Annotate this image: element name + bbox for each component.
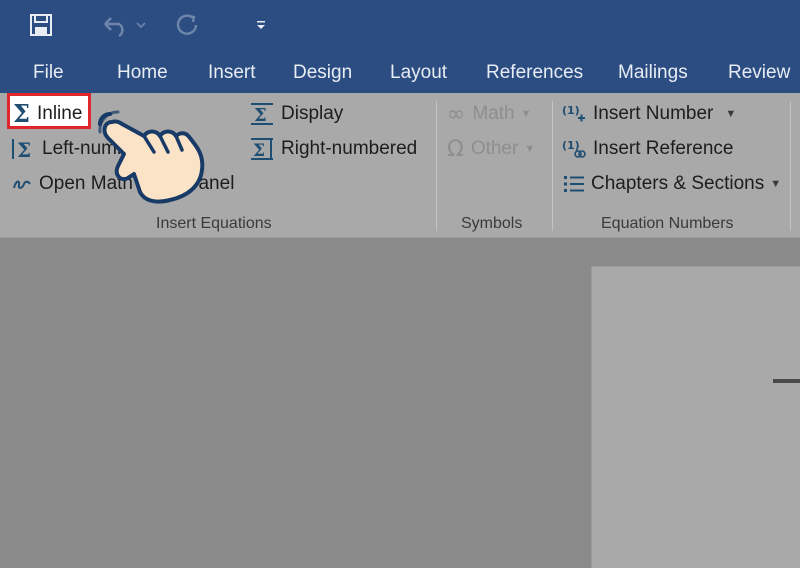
tab-review[interactable]: Review [728, 62, 790, 84]
save-button[interactable] [26, 10, 56, 40]
tab-layout[interactable]: Layout [390, 62, 447, 84]
undo-icon [104, 17, 146, 38]
sigma-inline-icon: Σ [13, 99, 30, 128]
redo-icon [176, 14, 198, 35]
svg-text:(1): (1) [562, 139, 580, 152]
insert-number-button[interactable]: (1) Insert Number ▼ [562, 100, 736, 128]
insert-reference-button[interactable]: (1) Insert Reference [562, 135, 733, 163]
tab-file[interactable]: File [33, 62, 64, 84]
chevron-down-icon: ▼ [520, 108, 532, 120]
chevron-down-icon: ▼ [725, 108, 737, 120]
sigma-display-icon: Σ [250, 102, 274, 126]
insert-equations-group-label: Insert Equations [156, 215, 272, 232]
right-numbered-button[interactable]: Σ Right-numbered [250, 135, 417, 163]
omega-icon: Ω [447, 136, 464, 162]
undo-button[interactable] [98, 10, 150, 40]
tab-references[interactable]: References [486, 62, 583, 84]
pointing-hand-icon [98, 110, 205, 204]
handwriting-icon [12, 174, 32, 194]
tab-mailings[interactable]: Mailings [618, 62, 688, 84]
group-separator [552, 101, 553, 231]
right-numbered-label: Right-numbered [281, 138, 418, 159]
document-page[interactable] [591, 266, 800, 568]
math-autocorrect-button[interactable]: ∞ Math ▼ [447, 100, 531, 128]
save-icon [30, 14, 52, 36]
display-label: Display [281, 103, 344, 124]
chevron-down-icon: ▼ [770, 178, 782, 190]
svg-text:Σ: Σ [17, 138, 31, 161]
inline-button[interactable]: Σ Inline [13, 100, 82, 128]
svg-text:Σ: Σ [253, 141, 265, 161]
sigma-left-numbered-icon: Σ [11, 137, 35, 161]
infinity-icon: ∞ [447, 101, 466, 127]
page-cursor-mark [773, 379, 800, 383]
inline-label: Inline [36, 103, 83, 124]
other-symbols-button[interactable]: Ω Other ▼ [447, 135, 535, 163]
list-icon [564, 175, 584, 193]
insert-number-label: Insert Number [593, 103, 714, 124]
symbols-group-label: Symbols [461, 215, 523, 232]
customize-toolbar-icon [257, 21, 265, 29]
sigma-right-numbered-icon: Σ [250, 137, 274, 161]
insert-reference-icon: (1) [562, 137, 586, 161]
tab-insert[interactable]: Insert [208, 62, 256, 84]
tab-home[interactable]: Home [117, 62, 168, 84]
redo-button[interactable] [172, 10, 202, 40]
chevron-down-icon: ▼ [524, 143, 536, 155]
insert-number-icon: (1) [562, 102, 586, 126]
chapters-sections-button[interactable]: Chapters & Sections ▼ [564, 170, 781, 198]
svg-text:(1): (1) [562, 104, 580, 117]
group-separator [790, 101, 791, 231]
insert-reference-label: Insert Reference [593, 138, 734, 159]
customize-toolbar-button[interactable] [248, 12, 274, 38]
display-button[interactable]: Σ Display [250, 100, 343, 128]
title-bar [0, 0, 800, 52]
equation-numbers-group-label: Equation Numbers [601, 215, 734, 232]
ribbon-tab-bar: File Home Insert Design Layout Reference… [0, 52, 800, 93]
group-separator [436, 101, 437, 231]
math-label: Math [472, 103, 515, 124]
tab-design[interactable]: Design [293, 62, 352, 84]
svg-text:Σ: Σ [254, 105, 267, 126]
other-label: Other [470, 138, 519, 159]
chapters-sections-label: Chapters & Sections [591, 173, 765, 194]
